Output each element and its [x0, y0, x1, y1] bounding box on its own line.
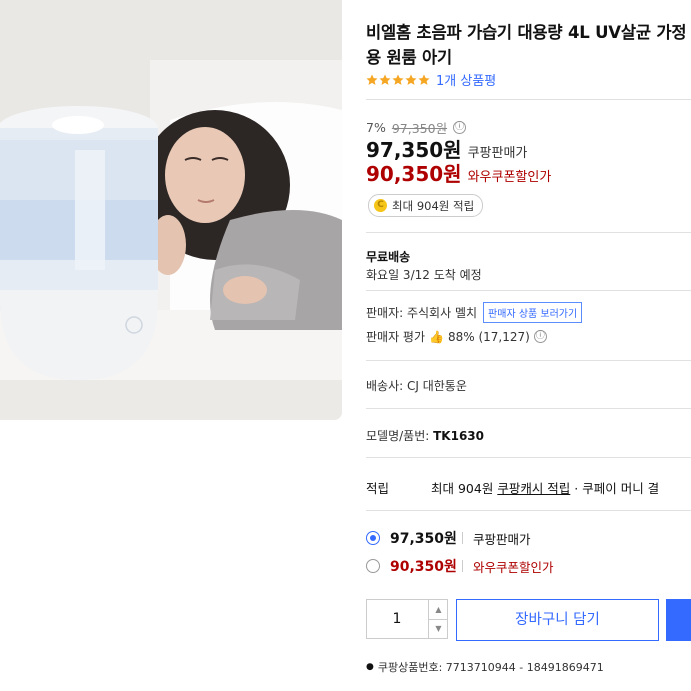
product-id-row: ● 쿠팡상품번호: 7713710944 - 18491869471: [366, 659, 604, 675]
coin-icon: C: [374, 199, 387, 212]
reward-label: 적립: [366, 481, 390, 496]
model-value: TK1630: [433, 429, 485, 443]
price-option-sale[interactable]: 97,350원 쿠팡판매가: [366, 528, 531, 548]
product-title: 비엘홈 초음파 가습기 대용량 4L UV살균 가정용 원룸 아기: [366, 23, 687, 67]
model-number-row: 모델명/품번: TK1630: [366, 427, 484, 444]
courier-info: 배송사: CJ 대한통운: [366, 379, 467, 393]
divider: [366, 99, 691, 100]
chevron-down-icon[interactable]: ▼: [428, 619, 448, 638]
cash-reward-badge[interactable]: C 최대 904원 적립: [368, 194, 484, 217]
seller-row: 판매자: 주식회사 멜치 판매자 상품 보러가기: [366, 302, 583, 323]
radio-button[interactable]: [366, 559, 380, 573]
coupang-cash-link[interactable]: 쿠팡캐시 적립: [497, 478, 570, 497]
divider: [366, 408, 691, 409]
product-image[interactable]: [0, 0, 342, 420]
info-icon[interactable]: ⓘ: [533, 330, 547, 343]
divider: [366, 290, 691, 291]
option-price: 97,350원: [390, 531, 457, 547]
option-price: 90,350원: [390, 559, 457, 575]
radio-button-selected[interactable]: [366, 531, 380, 545]
option-label: 쿠팡판매가: [473, 531, 531, 547]
star-icon: [366, 74, 378, 85]
thumbs-up-icon: 👍: [429, 329, 444, 344]
option-label: 와우쿠폰할인가: [473, 559, 554, 575]
divider: [366, 510, 691, 511]
coupon-price-row: 90,350원 와우쿠폰할인가: [366, 158, 551, 187]
model-label: 모델명/품번:: [366, 429, 430, 443]
reward-text-2: · 쿠페이 머니 결: [570, 481, 660, 496]
info-icon[interactable]: ⓘ: [453, 121, 467, 134]
quantity-input[interactable]: 1: [367, 600, 427, 638]
reward-text: 최대 904원: [431, 481, 498, 496]
seller-name: 판매자: 주식회사 멜치: [366, 306, 478, 320]
star-icon: [405, 74, 417, 85]
coupon-price-label: 와우쿠폰할인가: [467, 170, 552, 185]
seller-eval-label: 판매자 평가: [366, 330, 426, 344]
review-count-link[interactable]: 1개 상품평: [436, 70, 496, 89]
discount-rate: 7%: [366, 120, 386, 135]
seller-evaluation-row: 판매자 평가 👍 88% (17,127) ⓘ: [366, 328, 547, 345]
divider: [366, 457, 691, 458]
star-icon: [392, 74, 404, 85]
divider: [366, 360, 691, 361]
product-photo-illustration: [0, 0, 342, 420]
add-to-cart-button[interactable]: 장바구니 담기: [456, 599, 659, 641]
bullet-icon: ●: [366, 662, 374, 672]
product-info-panel: 비엘홈 초음파 가습기 대용량 4L UV살균 가정용 원룸 아기 1개 상품평…: [366, 0, 691, 691]
separator: [462, 560, 463, 572]
seller-eval-value: 88% (17,127): [447, 329, 530, 344]
arrival-date: 화요일 3/12 도착 예정: [366, 268, 482, 282]
coupon-price: 90,350원: [366, 162, 462, 186]
divider: [366, 232, 691, 233]
separator: [462, 532, 463, 544]
star-icon: [418, 74, 430, 85]
cash-reward-text: 최대 904원 적립: [392, 198, 475, 213]
rating-row[interactable]: 1개 상품평: [366, 70, 496, 89]
price-option-coupon[interactable]: 90,350원 와우쿠폰할인가: [366, 556, 554, 576]
buy-now-button[interactable]: [666, 599, 691, 641]
shipping-title: 무료배송: [366, 250, 411, 264]
quantity-stepper[interactable]: 1 ▲ ▼: [366, 599, 448, 639]
product-id: 쿠팡상품번호: 7713710944 - 18491869471: [377, 661, 604, 674]
reward-row: 적립 최대 904원 쿠팡캐시 적립 · 쿠페이 머니 결: [366, 478, 659, 497]
seller-products-button[interactable]: 판매자 상품 보러가기: [483, 302, 583, 323]
star-rating: [366, 74, 430, 86]
chevron-up-icon[interactable]: ▲: [428, 600, 448, 620]
star-icon: [379, 74, 391, 85]
